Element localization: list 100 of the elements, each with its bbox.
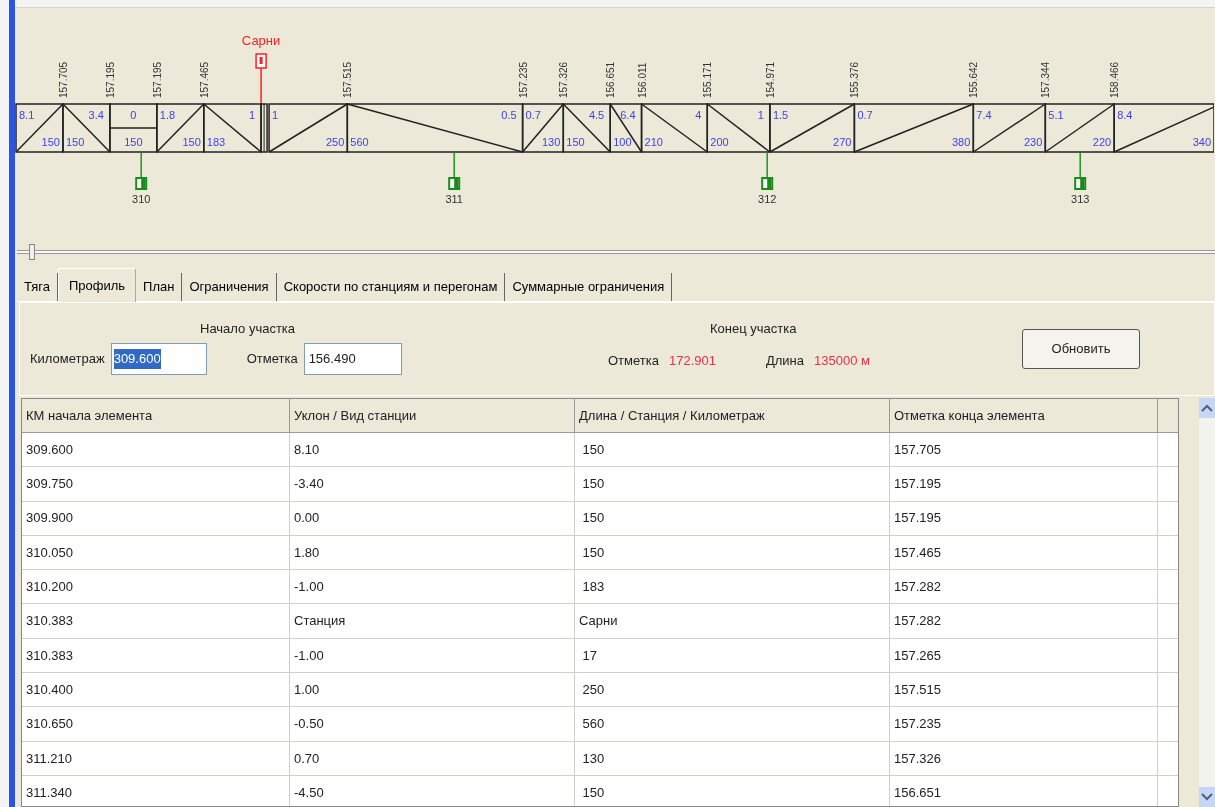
field-label: Длина [765, 352, 805, 370]
slider-thumb[interactable] [29, 244, 35, 260]
length-label: 100 [613, 136, 632, 148]
column-header[interactable]: Отметка конца элемента [890, 399, 1158, 432]
table-cell: 309.750 [22, 467, 290, 501]
elevation-label: 155.376 [849, 61, 861, 98]
elevation-label: 155.642 [968, 61, 980, 98]
length-label: 230 [1023, 136, 1043, 148]
grade-label: 1 [272, 109, 279, 121]
tab[interactable]: План [136, 273, 183, 301]
grade-segment [706, 103, 771, 153]
km-post-icon [761, 152, 774, 190]
length-label: 220 [1092, 136, 1112, 148]
grade-label: 0.7 [525, 109, 541, 121]
km-input-field[interactable]: 309.600 [110, 343, 207, 375]
table-cell: 310.200 [22, 570, 290, 604]
length-label: 200 [710, 136, 729, 148]
tab[interactable]: Профиль [57, 268, 137, 302]
table-cell: 156.651 [890, 775, 1158, 806]
table-cell: 157.465 [890, 535, 1158, 570]
length-label: 150 [566, 136, 585, 148]
grade-label: 6.4 [620, 109, 636, 121]
length-label: 340 [1192, 136, 1211, 148]
table-cell: 157.705 [890, 433, 1158, 467]
table-cell: 310.400 [22, 673, 290, 707]
grade-label: 0.7 [857, 109, 873, 121]
table-cell: 1.00 [290, 673, 575, 707]
scroll-up-icon[interactable] [1199, 398, 1215, 418]
tab[interactable]: Тяга [17, 273, 58, 301]
elevation-label: 156.651 [605, 61, 617, 98]
grade-label: 8.4 [1117, 109, 1133, 121]
elevation-label: 157.326 [558, 61, 570, 98]
table-cell: 150 [575, 433, 890, 467]
table-cell: -1.00 [290, 570, 575, 604]
column-header[interactable]: Уклон / Вид станции [290, 399, 575, 432]
table-cell: 310.383 [22, 638, 290, 673]
grade-label: 7.4 [976, 109, 992, 121]
grade-label: 4.5 [588, 109, 605, 121]
grade-label: 1.5 [772, 109, 789, 121]
station-marker-icon [255, 53, 267, 105]
table-cell: 17 [575, 638, 890, 673]
table-cell: 1.80 [290, 535, 575, 570]
table-cell: Станция [290, 604, 575, 638]
table-cell: 309.600 [22, 433, 290, 467]
grade-label: 0.5 [501, 109, 517, 121]
table-cell: 157.195 [890, 467, 1158, 501]
km-post-icon [135, 152, 148, 190]
table-cell: 130 [575, 741, 890, 775]
grade-label: 1 [248, 109, 256, 121]
field-label: Отметка [608, 352, 659, 370]
table-cell: -3.40 [290, 467, 575, 501]
section-title: Начало участка [200, 320, 297, 337]
elevation-label: 157.195 [104, 61, 116, 98]
table-cell: -4.50 [290, 775, 575, 806]
mark-input-field[interactable]: 156.490 [303, 343, 402, 375]
table-cell: Сарни [575, 604, 890, 638]
vertical-scrollbar[interactable] [1199, 398, 1215, 807]
table-cell: 157.195 [890, 501, 1158, 535]
length-label: 183 [206, 136, 226, 148]
grade-label: 3.4 [88, 109, 104, 121]
km-label: 310 [132, 193, 151, 205]
length-label: 150 [41, 136, 60, 148]
km-label: 312 [758, 193, 777, 205]
section-title: Конец участка [710, 320, 798, 337]
tab[interactable]: Суммарные ограничения [505, 273, 673, 301]
table-cell: 150 [575, 775, 890, 806]
grade-segment [203, 103, 262, 153]
length-value: 135000 м [814, 352, 870, 370]
field-label: Километраж [30, 350, 105, 369]
grade-segment [156, 103, 205, 153]
table-cell: 157.282 [890, 604, 1158, 638]
elevation-label: 158.466 [1109, 61, 1121, 98]
elevation-label: 154.971 [764, 61, 776, 98]
km-label: 311 [445, 193, 463, 205]
elevation-label: 156.011 [636, 62, 648, 98]
table-cell: 157.265 [890, 638, 1158, 673]
length-label: 560 [350, 136, 369, 148]
scroll-down-icon[interactable] [1199, 787, 1215, 807]
table-cell: 310.650 [22, 707, 290, 741]
km-post-icon [1074, 152, 1087, 190]
tab[interactable]: Скорости по станциям и перегонам [276, 273, 506, 301]
grade-segment [62, 103, 111, 153]
table-cell: 309.900 [22, 501, 290, 535]
table-cell: 157.326 [890, 741, 1158, 775]
length-label: 150 [65, 136, 85, 148]
tab[interactable]: Ограничения [182, 273, 277, 301]
length-label: 270 [833, 136, 852, 148]
column-header[interactable]: Длина / Станция / Километраж [575, 399, 890, 432]
field-label: Отметка [246, 350, 298, 369]
station-segment [260, 103, 268, 153]
elevation-label: 157.515 [342, 61, 354, 98]
column-header[interactable]: КМ начала элемента [22, 399, 290, 432]
table-cell: 250 [575, 673, 890, 707]
refresh-button[interactable]: Обновить [1022, 329, 1140, 369]
table-cell: 157.235 [890, 707, 1158, 741]
km-post-icon [448, 152, 461, 190]
grade-label: 1.8 [159, 109, 176, 121]
table-cell: 157.282 [890, 570, 1158, 604]
table-cell: 0.00 [290, 501, 575, 535]
table-cell: 157.515 [890, 673, 1158, 707]
